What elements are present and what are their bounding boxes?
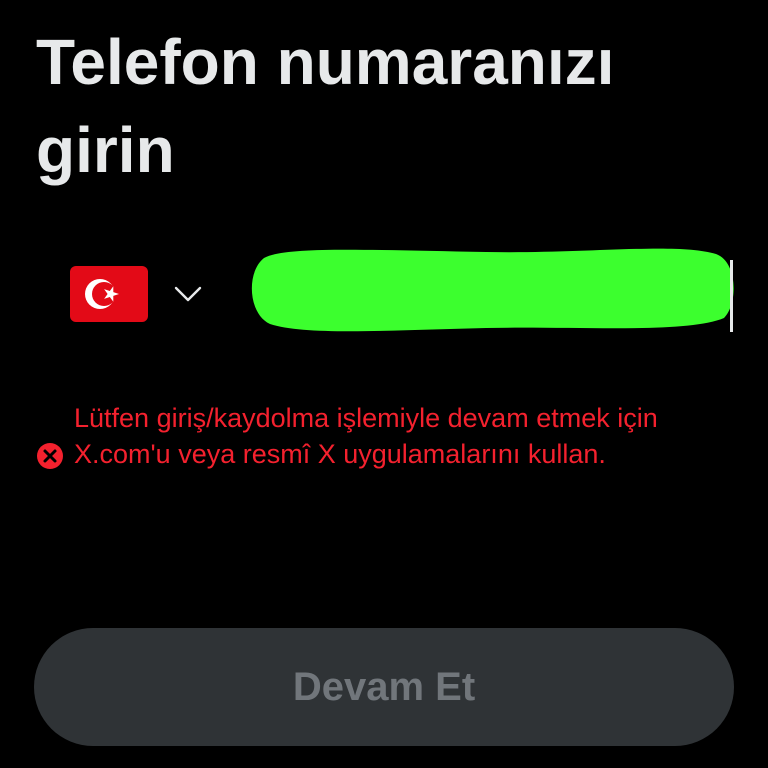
- text-cursor: [730, 260, 733, 332]
- chevron-down-icon[interactable]: [172, 282, 204, 306]
- phone-input-container: [236, 248, 736, 336]
- phone-number-input[interactable]: [236, 254, 736, 336]
- error-message-block: Lütfen giriş/kaydolma işlemiyle devam et…: [36, 400, 736, 510]
- continue-button[interactable]: Devam Et: [34, 628, 734, 746]
- error-text: Lütfen giriş/kaydolma işlemiyle devam et…: [74, 403, 658, 469]
- error-x-circle-icon: [36, 442, 64, 470]
- turkey-flag-icon[interactable]: [70, 266, 148, 322]
- phone-number-row: [60, 248, 740, 340]
- page-title: Telefon numaranızı girin: [36, 26, 615, 186]
